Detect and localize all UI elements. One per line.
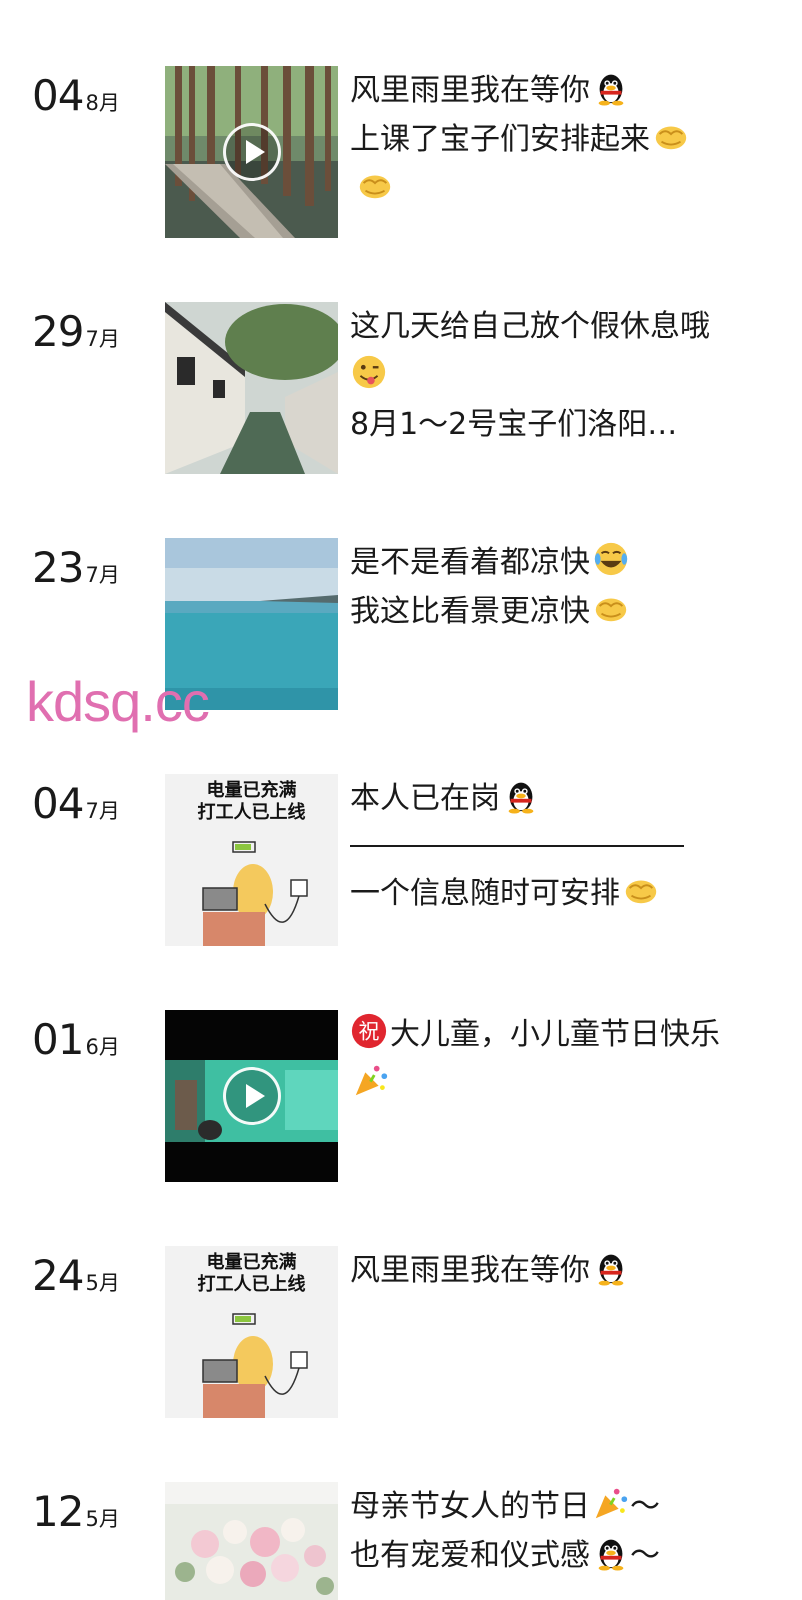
feed-post[interactable]: 297月 这几天给自己放个假休息哦 8月1～2号宝子们洛阳… bbox=[0, 302, 802, 502]
post-month: 8月 bbox=[85, 91, 120, 115]
post-text-content: ～ bbox=[630, 1489, 660, 1524]
fist-emoji bbox=[592, 589, 630, 627]
penguin-emoji bbox=[502, 776, 540, 814]
worker-meme-image bbox=[202, 1313, 308, 1418]
post-thumbnail[interactable]: 电量已充满 打工人已上线 bbox=[165, 774, 338, 946]
post-date: 047月 bbox=[32, 780, 120, 828]
penguin-emoji bbox=[592, 1248, 630, 1286]
worker-meme-image bbox=[202, 841, 308, 946]
wink-tongue-emoji bbox=[350, 353, 388, 391]
post-text: 风里雨里我在等你 bbox=[350, 1246, 770, 1295]
post-text-line: 本人已在岗 bbox=[350, 774, 770, 823]
party-popper-emoji bbox=[352, 1061, 390, 1099]
post-text-line: 风里雨里我在等你 bbox=[350, 1246, 770, 1295]
post-text-line: 风里雨里我在等你 bbox=[350, 66, 770, 115]
penguin-emoji bbox=[592, 68, 630, 106]
post-text-line: 一个信息随时可安排 bbox=[350, 869, 770, 918]
post-month: 7月 bbox=[85, 799, 120, 823]
water-town-canal-image bbox=[165, 302, 338, 474]
post-thumbnail[interactable] bbox=[165, 66, 338, 238]
post-text-content: 风里雨里我在等你 bbox=[350, 73, 590, 108]
post-text-content: 母亲节女人的节日 bbox=[350, 1489, 590, 1524]
post-day: 29 bbox=[32, 307, 84, 356]
post-day: 04 bbox=[32, 779, 84, 828]
post-text: 祝大儿童，小儿童节日快乐 bbox=[350, 1010, 750, 1108]
post-text-line bbox=[350, 164, 770, 213]
post-text: 这几天给自己放个假休息哦 8月1～2号宝子们洛阳… bbox=[350, 302, 770, 449]
post-thumbnail[interactable] bbox=[165, 302, 338, 474]
post-thumbnail[interactable] bbox=[165, 1482, 338, 1600]
post-text-line: 也有宠爱和仪式感 ～ bbox=[350, 1531, 770, 1580]
play-icon[interactable] bbox=[223, 1067, 281, 1125]
post-text-line: 上课了宝子们安排起来 bbox=[350, 115, 770, 164]
blessing-emoji: 祝 bbox=[350, 1012, 388, 1050]
feed-post[interactable]: 125月 母亲节女人的节日 ～ 也有宠爱和仪式感 ～ bbox=[0, 1482, 802, 1600]
fist-emoji bbox=[652, 117, 690, 155]
post-text-line: 我这比看景更凉快 bbox=[350, 587, 770, 636]
post-text: 是不是看着都凉快 我这比看景更凉快 bbox=[350, 538, 770, 636]
post-text-content: 这几天给自己放个假休息哦 bbox=[350, 309, 710, 344]
post-text-content: 大儿童，小儿童节日快乐 bbox=[390, 1017, 720, 1052]
watermark-text: kdsq.cc bbox=[26, 670, 210, 733]
post-day: 23 bbox=[32, 543, 84, 592]
post-text-line: 是不是看着都凉快 bbox=[350, 538, 770, 587]
post-text-content: 8月1～2号宝子们洛阳… bbox=[350, 407, 678, 442]
post-text-content: 一个信息随时可安排 bbox=[350, 876, 620, 911]
post-text-content: 是不是看着都凉快 bbox=[350, 545, 590, 580]
feed-post[interactable]: 048月 风里雨里我在等你 上课了宝子们安排起来 bbox=[0, 66, 802, 266]
post-date: 048月 bbox=[32, 72, 120, 120]
post-text-content: 本人已在岗 bbox=[350, 781, 500, 816]
post-month: 7月 bbox=[85, 563, 120, 587]
penguin-emoji bbox=[592, 1533, 630, 1571]
post-text-content: 风里雨里我在等你 bbox=[350, 1253, 590, 1288]
post-date: 125月 bbox=[32, 1488, 120, 1536]
post-thumbnail[interactable]: 电量已充满 打工人已上线 bbox=[165, 1246, 338, 1418]
post-thumbnail[interactable] bbox=[165, 1010, 338, 1182]
post-text-line bbox=[350, 351, 770, 400]
post-day: 01 bbox=[32, 1015, 84, 1064]
post-text-content: 上课了宝子们安排起来 bbox=[350, 122, 650, 157]
post-month: 5月 bbox=[85, 1271, 120, 1295]
post-text-line: 8月1～2号宝子们洛阳… bbox=[350, 400, 770, 449]
post-day: 24 bbox=[32, 1251, 84, 1300]
post-date: 016月 bbox=[32, 1016, 120, 1064]
laugh-cry-emoji bbox=[592, 540, 630, 578]
post-text: 风里雨里我在等你 上课了宝子们安排起来 bbox=[350, 66, 770, 213]
post-day: 12 bbox=[32, 1487, 84, 1536]
feed-post[interactable]: 245月 电量已充满 打工人已上线 风里雨里我在等你 bbox=[0, 1246, 802, 1446]
post-date: 297月 bbox=[32, 308, 120, 356]
feed-post[interactable]: 047月 电量已充满 打工人已上线 本人已在岗 一个信息随时可安排 bbox=[0, 774, 802, 974]
post-text-line: 这几天给自己放个假休息哦 bbox=[350, 302, 770, 351]
feed-post[interactable]: 016月 祝大儿童，小儿童节日快乐 bbox=[0, 1010, 802, 1210]
play-icon[interactable] bbox=[223, 123, 281, 181]
party-popper-emoji bbox=[592, 1484, 630, 1522]
flower-bouquet-image bbox=[165, 1482, 338, 1600]
fist-emoji bbox=[622, 871, 660, 909]
post-text-content: 也有宠爱和仪式感 bbox=[350, 1538, 590, 1573]
post-month: 5月 bbox=[85, 1507, 120, 1531]
moments-feed: 048月 风里雨里我在等你 上课了宝子们安排起来 297月 这几天给自己放个假休… bbox=[0, 0, 802, 1600]
post-text-line: 祝大儿童，小儿童节日快乐 bbox=[350, 1010, 750, 1108]
divider-line bbox=[350, 845, 684, 847]
post-day: 04 bbox=[32, 71, 84, 120]
post-text-line: 母亲节女人的节日 ～ bbox=[350, 1482, 770, 1531]
svg-text:祝: 祝 bbox=[359, 1020, 380, 1044]
post-month: 7月 bbox=[85, 327, 120, 351]
post-month: 6月 bbox=[85, 1035, 120, 1059]
post-date: 245月 bbox=[32, 1252, 120, 1300]
post-date: 237月 bbox=[32, 544, 120, 592]
post-text: 母亲节女人的节日 ～ 也有宠爱和仪式感 ～ bbox=[350, 1482, 770, 1580]
post-text: 本人已在岗 一个信息随时可安排 bbox=[350, 774, 770, 918]
fist-emoji bbox=[356, 166, 394, 204]
post-text-content: ～ bbox=[630, 1538, 660, 1573]
post-text-content: 我这比看景更凉快 bbox=[350, 594, 590, 629]
